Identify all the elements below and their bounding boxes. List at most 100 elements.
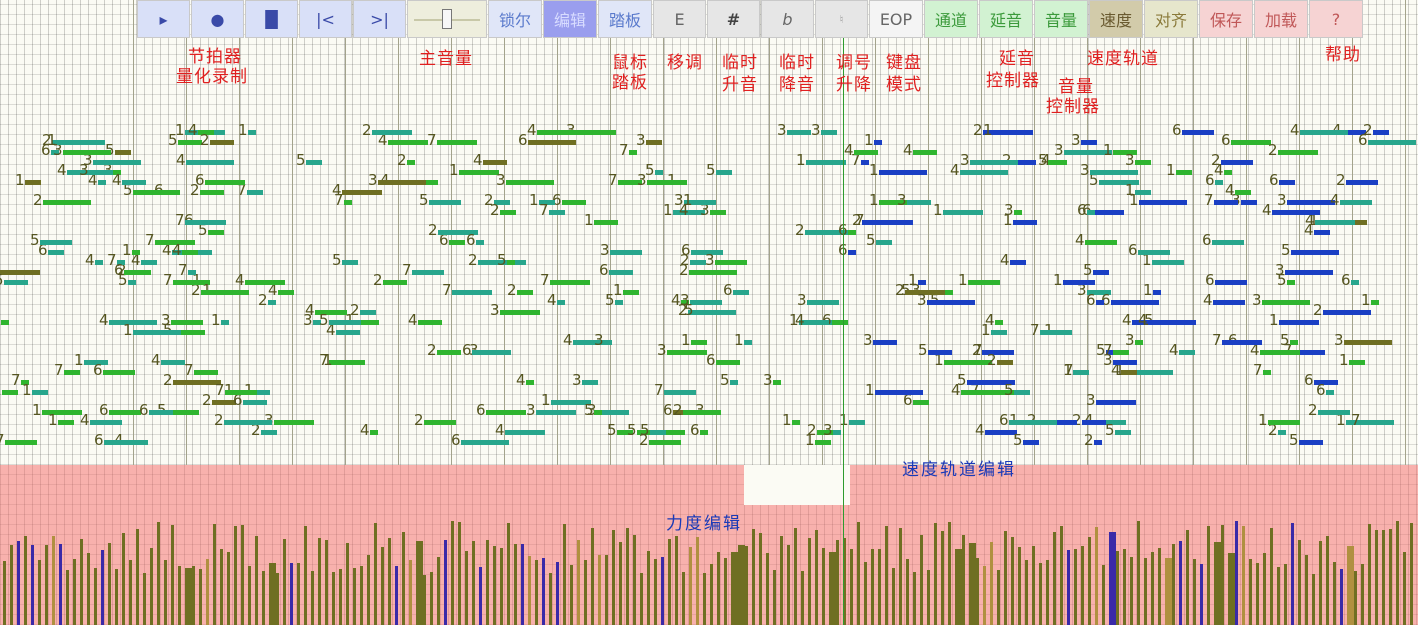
velocity-bar[interactable] [990,542,993,625]
velocity-bar[interactable] [801,571,804,625]
velocity-bar[interactable] [1354,571,1357,625]
velocity-bar[interactable] [969,543,976,625]
velocity-bar[interactable] [500,548,503,625]
note-block[interactable] [424,420,456,425]
note-block[interactable] [437,350,461,355]
velocity-bar[interactable] [1011,537,1014,625]
play-button[interactable]: ▸ [137,0,190,38]
record-button[interactable]: ● [191,0,244,38]
note-block[interactable] [848,250,856,255]
note-block[interactable] [1241,200,1257,205]
velocity-bar[interactable] [1340,569,1343,625]
note-block[interactable] [173,380,221,385]
velocity-bar[interactable] [59,544,62,625]
note-block[interactable] [1285,270,1333,275]
velocity-bar[interactable] [297,563,300,625]
note-block[interactable] [1094,440,1102,445]
note-block[interactable] [1263,370,1271,375]
velocity-bar[interactable] [1326,536,1329,625]
velocity-bar[interactable] [1403,552,1406,625]
note-block[interactable] [1222,340,1262,345]
velocity-bar[interactable] [150,548,153,625]
note-block[interactable] [1326,390,1334,395]
velocity-bar[interactable] [563,524,566,625]
velocity-bar[interactable] [395,566,398,625]
note-block[interactable] [710,210,726,215]
note-block[interactable] [1351,280,1359,285]
note-block[interactable] [849,420,865,425]
note-block[interactable] [609,270,633,275]
velocity-bar[interactable] [87,553,90,625]
note-block[interactable] [1235,190,1251,195]
load-button[interactable]: 加载 [1254,0,1308,38]
note-block[interactable] [715,260,747,265]
velocity-bar[interactable] [3,561,6,625]
note-block[interactable] [730,380,738,385]
note-block[interactable] [944,360,992,365]
note-block[interactable] [333,360,365,365]
note-block[interactable] [274,420,314,425]
velocity-bar[interactable] [73,559,76,625]
note-block[interactable] [370,430,378,435]
velocity-bar[interactable] [689,547,692,625]
note-block[interactable] [961,390,993,395]
note-block[interactable] [149,410,173,415]
velocity-bar[interactable] [80,539,83,625]
velocity-bar[interactable] [52,536,55,625]
note-block[interactable] [476,240,484,245]
note-block[interactable] [306,160,322,165]
velocity-bar[interactable] [696,537,699,625]
go-end-button[interactable]: >| [353,0,406,38]
note-block[interactable] [95,260,103,265]
note-block[interactable] [744,340,752,345]
note-block[interactable] [716,170,732,175]
volume-button[interactable]: 音量 [1034,0,1088,38]
velocity-bar[interactable] [465,551,468,625]
note-block[interactable] [329,320,361,325]
note-block[interactable] [57,140,105,145]
note-block[interactable] [1340,200,1372,205]
note-block[interactable] [557,300,565,305]
note-block[interactable] [388,140,428,145]
velocity-bar[interactable] [45,545,48,625]
velocity-bar[interactable] [885,526,888,625]
note-block[interactable] [1085,240,1117,245]
note-block[interactable] [506,180,554,185]
note-block[interactable] [1014,210,1022,215]
velocity-bar[interactable] [829,552,836,625]
note-block[interactable] [1152,260,1184,265]
note-block[interactable] [907,200,931,205]
velocity-bar[interactable] [675,536,678,625]
velocity-bar[interactable] [1165,558,1172,625]
note-block[interactable] [89,170,113,175]
velocity-bar[interactable] [927,570,930,625]
note-block[interactable] [1314,230,1330,235]
edit-mode-button[interactable]: 编辑 [543,0,597,38]
velocity-bar[interactable] [703,573,706,625]
note-block[interactable] [1148,320,1196,325]
note-block[interactable] [1,320,9,325]
velocity-bar[interactable] [1361,564,1364,625]
note-block[interactable] [995,320,1003,325]
note-block[interactable] [667,350,707,355]
velocity-bar[interactable] [1158,548,1161,625]
note-block[interactable] [342,260,358,265]
velocity-bar[interactable] [605,555,608,625]
velocity-bar[interactable] [892,568,895,625]
note-block[interactable] [1096,300,1104,305]
note-block[interactable] [733,290,749,295]
velocity-bar[interactable] [934,523,937,625]
velocity-bar[interactable] [1130,557,1133,625]
note-block[interactable] [1278,150,1318,155]
note-block[interactable] [182,250,198,255]
velocity-bar[interactable] [1018,547,1021,625]
note-block[interactable] [1121,370,1137,375]
note-block[interactable] [805,320,829,325]
velocity-bar[interactable] [255,536,258,625]
note-block[interactable] [1215,280,1247,285]
note-block[interactable] [1279,320,1319,325]
velocity-bar[interactable] [710,564,713,625]
note-block[interactable] [115,150,131,155]
note-block[interactable] [93,160,141,165]
velocity-bar[interactable] [381,547,384,625]
